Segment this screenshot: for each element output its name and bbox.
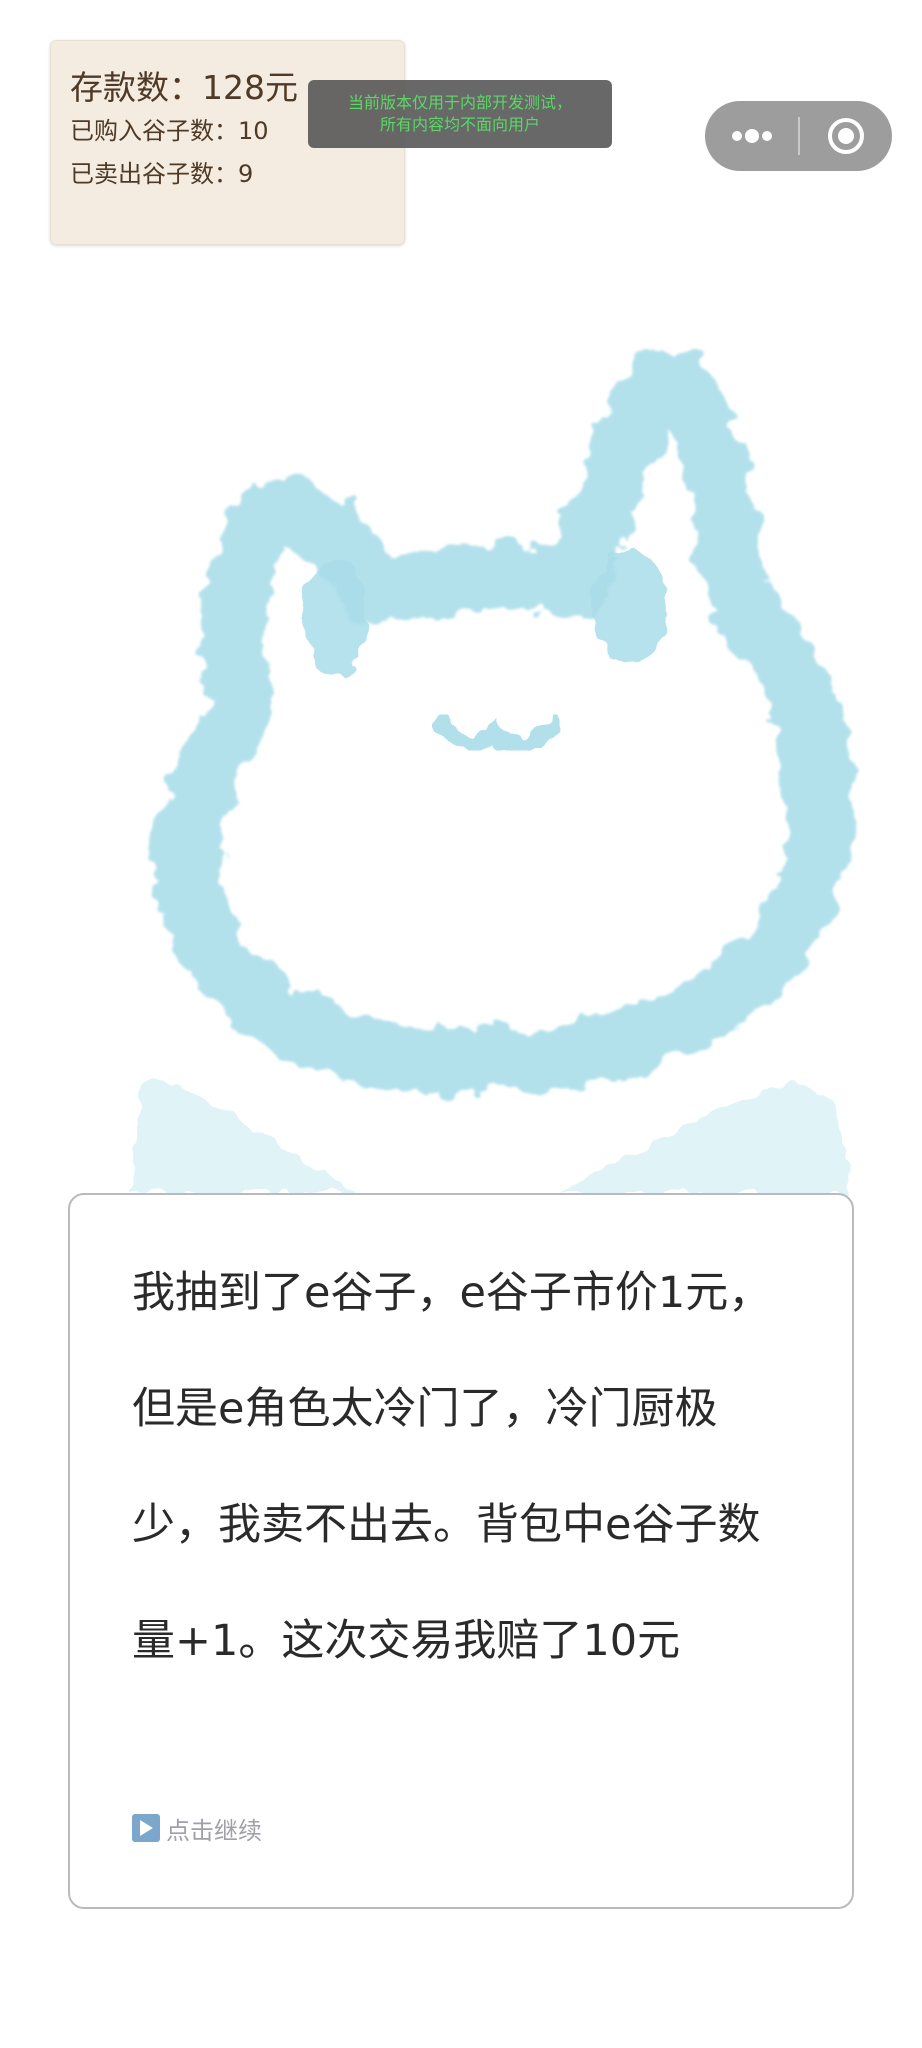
cat-reflection-left [130, 1080, 360, 1193]
cat-mouth [433, 713, 562, 753]
cat-right-eye [592, 547, 668, 663]
dev-notice-line1: 当前版本仅用于内部开发测试， [347, 93, 572, 112]
target-circle-icon [828, 118, 864, 154]
story-dialog[interactable]: 我抽到了e谷子，e谷子市价1元，但是e角色太冷门了，冷门厨极少，我卖不出去。背包… [68, 1193, 854, 1909]
play-icon [132, 1814, 160, 1842]
more-button[interactable] [705, 101, 798, 171]
mini-program-capsule [705, 101, 892, 171]
continue-hint[interactable]: 点击继续 [132, 1812, 262, 1845]
more-dots-icon [731, 129, 772, 143]
continue-label: 点击继续 [166, 1816, 262, 1845]
cat-reflection-right [560, 1084, 850, 1193]
story-text: 我抽到了e谷子，e谷子市价1元，但是e角色太冷门了，冷门厨极少，我卖不出去。背包… [132, 1268, 772, 1666]
dev-notice-line2: 所有内容均不面向用户 [379, 115, 540, 134]
close-button[interactable] [800, 101, 892, 171]
cat-left-eye [303, 560, 367, 676]
cat-head-outline [155, 346, 853, 1095]
cat-illustration [130, 346, 853, 1193]
sold-count: 已卖出谷子数：9 [70, 160, 254, 188]
dev-version-notice: 当前版本仅用于内部开发测试， 所有内容均不面向用户 [308, 80, 612, 148]
